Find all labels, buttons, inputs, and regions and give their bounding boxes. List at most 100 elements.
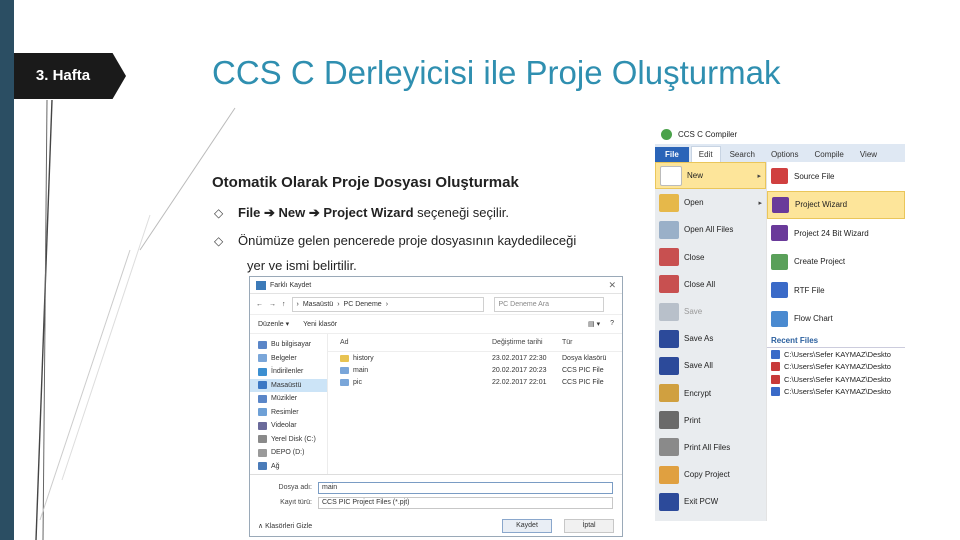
up-icon[interactable]: ↑ (282, 301, 286, 308)
recent-file-path: C:\Users\Sefer KAYMAZ\Deskto (784, 362, 891, 372)
lock-icon (659, 384, 679, 403)
hide-folders-toggle[interactable]: ∧ Klasörleri Gizle (258, 522, 312, 530)
menu-item-new[interactable]: New ▸ (655, 162, 766, 190)
nav-item-documents[interactable]: Belgeler (250, 352, 327, 366)
save-as-dialog: Farklı Kaydet ✕ ← → ↑ › Masaüstü › PC De… (249, 276, 623, 537)
menu-item-close[interactable]: Close (655, 244, 766, 271)
menu-item-save-as[interactable]: Save As (655, 325, 766, 352)
menu-search[interactable]: Search (723, 147, 762, 162)
bullet-2: ◇ Önümüze gelen pencerede proje dosyasını… (214, 233, 576, 248)
back-icon[interactable]: ← (256, 301, 263, 308)
menu-options[interactable]: Options (764, 147, 806, 162)
forward-icon[interactable]: → (269, 301, 276, 308)
submenu-flow-chart[interactable]: Flow Chart (767, 305, 905, 334)
menu-item-label: New (687, 171, 704, 181)
ccs-logo-icon (661, 128, 672, 140)
network-icon (258, 462, 267, 471)
column-header-type[interactable]: Tür (562, 339, 622, 346)
menu-compile[interactable]: Compile (808, 147, 851, 162)
submenu-label: Project Wizard (795, 200, 848, 210)
path-segment-desktop[interactable]: Masaüstü (303, 301, 333, 308)
menu-file[interactable]: File (655, 147, 689, 162)
recent-file-icon (771, 349, 780, 359)
menu-item-label: Exit PCW (684, 497, 719, 507)
path-separator: › (296, 300, 299, 308)
path-segment-folder[interactable]: PC Deneme (344, 301, 382, 308)
nav-item-network[interactable]: Ağ (250, 460, 327, 474)
submenu-source-file[interactable]: Source File (767, 162, 905, 191)
cancel-button[interactable]: İptal (564, 519, 614, 533)
file-icon (340, 378, 349, 386)
nav-item-label: Videolar (271, 422, 297, 430)
file-date: 20.02.2017 20:23 (492, 366, 547, 374)
menu-item-encrypt[interactable]: Encrypt (655, 380, 766, 407)
address-bar: ← → ↑ › Masaüstü › PC Deneme › PC Deneme… (250, 294, 622, 315)
file-row[interactable]: main 20.02.2017 20:23 CCS PIC File (328, 364, 622, 376)
bullet-2-text: Önümüze gelen pencerede proje dosyasının… (238, 233, 577, 248)
week-tag-label: 3. Hafta (35, 67, 91, 84)
menu-edit[interactable]: Edit (690, 146, 721, 162)
close-all-icon (659, 275, 679, 294)
filename-field[interactable]: main (318, 481, 613, 494)
recent-file[interactable]: C:\Users\Sefer KAYMAZ\Deskto (767, 348, 905, 361)
new-folder-button[interactable]: Yeni klasör (303, 321, 337, 328)
file-row[interactable]: pic 22.02.2017 22:01 CCS PIC File (328, 376, 622, 388)
submenu-label: Flow Chart (794, 314, 833, 324)
nav-item-this-pc[interactable]: Bu bilgisayar (250, 338, 327, 352)
menu-item-save[interactable]: Save (655, 298, 766, 325)
menu-item-open[interactable]: Open ▸ (655, 189, 766, 216)
menu-item-close-all[interactable]: Close All (655, 271, 766, 298)
dialog-title: Farklı Kaydet (270, 281, 312, 289)
submenu-rtf-file[interactable]: RTF File (767, 276, 905, 305)
filetype-label: Kayıt türü: (280, 499, 312, 506)
wizard-icon (771, 225, 788, 242)
filetype-select[interactable]: CCS PIC Project Files (*.pjt) (318, 496, 613, 509)
menu-item-label: Save (684, 307, 703, 317)
nav-item-pictures[interactable]: Resimler (250, 406, 327, 420)
command-bar: Düzenle ▾ Yeni klasör ▤ ▾ ? (250, 315, 622, 334)
nav-item-depo[interactable]: DEPO (D:) (250, 446, 327, 460)
organize-button[interactable]: Düzenle ▾ (258, 320, 289, 328)
submenu-label: Source File (794, 171, 835, 181)
submenu-arrow-icon: ▸ (757, 172, 761, 180)
submenu-project-wizard[interactable]: Project Wizard (767, 190, 905, 219)
nav-item-desktop[interactable]: Masaüstü (250, 378, 327, 392)
menu-item-print-all-files[interactable]: Print All Files (655, 434, 766, 461)
menu-item-save-all[interactable]: Save All (655, 352, 766, 379)
nav-item-music[interactable]: Müzikler (250, 392, 327, 406)
column-header-name[interactable]: Ad (328, 339, 492, 346)
menu-item-open-all-files[interactable]: Open All Files (655, 216, 766, 243)
recent-file[interactable]: C:\Users\Sefer KAYMAZ\Deskto (767, 373, 905, 386)
videos-icon (258, 421, 267, 430)
nav-item-videos[interactable]: Videolar (250, 419, 327, 433)
nav-item-local-disk[interactable]: Yerel Disk (C:) (250, 433, 327, 447)
help-icon[interactable]: ? (610, 320, 614, 328)
view-options-icon[interactable]: ▤ ▾ (588, 320, 600, 328)
recent-file-path: C:\Users\Sefer KAYMAZ\Deskto (784, 387, 891, 397)
submenu-create-project[interactable]: Create Project (767, 248, 905, 277)
folder-open-icon (659, 193, 679, 212)
file-type: Dosya klasörü (562, 354, 607, 362)
menu-item-copy-project[interactable]: Copy Project (655, 461, 766, 488)
column-header-date[interactable]: Değiştirme tarihi (492, 339, 562, 346)
path-box[interactable]: › Masaüstü › PC Deneme › (291, 296, 484, 312)
recent-file[interactable]: C:\Users\Sefer KAYMAZ\Deskto (767, 361, 905, 374)
save-button[interactable]: Kaydet (502, 519, 552, 533)
search-input[interactable]: PC Deneme Ara (493, 296, 604, 312)
menu-item-label: Open (684, 198, 704, 208)
menu-view[interactable]: View (853, 147, 884, 162)
nav-item-downloads[interactable]: İndirilenler (250, 365, 327, 379)
file-name: pic (353, 378, 362, 386)
recent-file[interactable]: C:\Users\Sefer KAYMAZ\Deskto (767, 386, 905, 399)
file-list-header: Ad Değiştirme tarihi Tür (328, 334, 622, 352)
close-icon[interactable]: ✕ (608, 280, 616, 291)
nav-item-label: Masaüstü (271, 381, 302, 389)
submenu-project-24bit-wizard[interactable]: Project 24 Bit Wizard (767, 219, 905, 248)
recent-file-icon (771, 387, 780, 397)
file-row[interactable]: history 23.02.2017 22:30 Dosya klasörü (328, 352, 622, 364)
menu-item-print[interactable]: Print (655, 407, 766, 434)
file-type: CCS PIC File (562, 366, 604, 374)
nav-item-label: Yerel Disk (C:) (271, 435, 316, 443)
bullet-1-text: seçeneği seçilir. (413, 205, 509, 220)
menu-item-exit[interactable]: Exit PCW (655, 488, 766, 515)
